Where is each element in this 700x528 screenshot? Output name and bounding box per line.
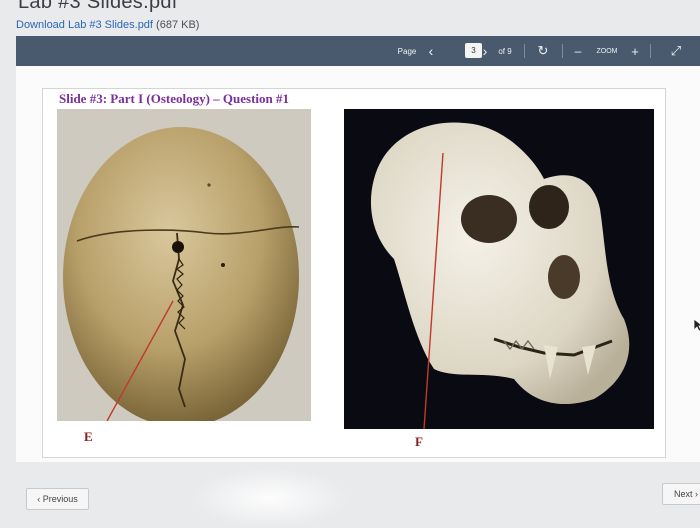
label-f: F bbox=[415, 434, 423, 449]
slide-page: Slide #3: Part I (Osteology) – Question … bbox=[42, 88, 666, 458]
toolbar-divider bbox=[650, 44, 651, 58]
previous-button[interactable]: ‹ Previous bbox=[26, 488, 89, 510]
pdf-toolbar: Page ‹ 3 › of 9 ↻ – ZOOM + ⤢ bbox=[16, 36, 700, 66]
gorilla-skull-image bbox=[344, 109, 654, 429]
file-size: (687 KB) bbox=[156, 19, 200, 31]
page-count: of 9 bbox=[498, 46, 512, 56]
screen-glare bbox=[190, 468, 350, 528]
pdf-viewer[interactable]: Slide #3: Part I (Osteology) – Question … bbox=[16, 66, 700, 462]
next-button[interactable]: Next › bbox=[662, 483, 700, 505]
zoom-in-icon[interactable]: + bbox=[628, 36, 642, 66]
download-link[interactable]: Download Lab #3 Slides.pdf bbox=[16, 19, 153, 31]
slide-title: Slide #3: Part I (Osteology) – Question … bbox=[59, 91, 290, 106]
zoom-label: ZOOM bbox=[596, 47, 618, 55]
prev-page-icon[interactable]: ‹ bbox=[424, 36, 438, 66]
page-label: Page bbox=[397, 46, 417, 56]
download-row: Download Lab #3 Slides.pdf (687 KB) bbox=[16, 19, 199, 31]
zoom-out-icon[interactable]: – bbox=[571, 36, 585, 66]
toolbar-divider bbox=[524, 44, 525, 58]
toolbar-divider bbox=[562, 44, 563, 58]
rotate-icon[interactable]: ↻ bbox=[533, 36, 553, 66]
label-e: E bbox=[84, 429, 93, 444]
mouse-cursor-icon bbox=[693, 318, 700, 332]
next-page-icon[interactable]: › bbox=[478, 36, 492, 66]
fullscreen-icon[interactable]: ⤢ bbox=[666, 36, 686, 66]
page-title: Lab #3 Slides.pdf bbox=[18, 0, 178, 13]
skull-top-view-image bbox=[57, 109, 311, 421]
